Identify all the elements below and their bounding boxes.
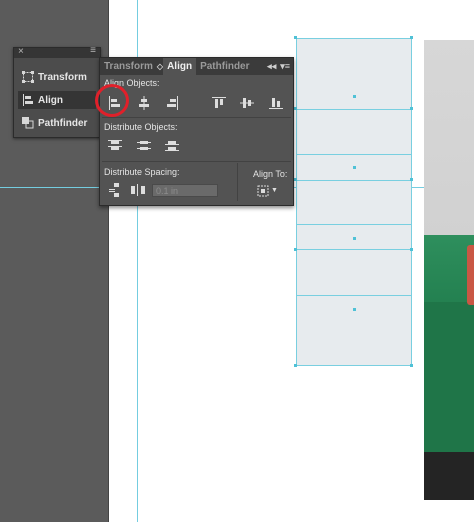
pathfinder-icon (18, 117, 38, 129)
placed-photo[interactable] (424, 40, 474, 500)
selection-handle[interactable] (410, 178, 413, 181)
align-panel: Transform ◇ Align Pathfinder ◂◂ ▾≡ Align… (99, 57, 294, 206)
selection-handle[interactable] (294, 107, 297, 110)
selected-frames[interactable] (296, 38, 412, 366)
dock-item-label: Pathfinder (38, 117, 88, 129)
align-to-label: Align To: (253, 169, 288, 179)
panel-tab-bar: Transform ◇ Align Pathfinder ◂◂ ▾≡ (100, 58, 293, 75)
distribute-vertical-centers-button[interactable] (137, 138, 151, 152)
collapse-icon[interactable]: ◂◂ (267, 61, 276, 72)
dock-item-pathfinder[interactable]: Pathfinder (18, 114, 96, 132)
selection-handle[interactable] (410, 107, 413, 110)
frame-center-point (353, 166, 356, 169)
align-top-edges-button[interactable] (212, 96, 226, 110)
distribute-vertical-space-button[interactable] (108, 183, 122, 197)
transform-icon (18, 71, 38, 83)
selection-handle[interactable] (294, 248, 297, 251)
dock-item-transform[interactable]: Transform (18, 68, 96, 86)
grip-icon[interactable]: ≡ (90, 45, 96, 56)
selection-handle[interactable] (294, 364, 297, 367)
align-right-edges-button[interactable] (165, 96, 179, 110)
tab-transform[interactable]: Transform (100, 58, 157, 75)
dock-item-label: Align (38, 94, 63, 106)
distribute-bottom-edges-button[interactable] (165, 138, 179, 152)
close-icon[interactable]: × (18, 46, 24, 57)
frame-center-point (353, 237, 356, 240)
dock-item-align[interactable]: Align (18, 91, 96, 109)
selection-handle[interactable] (294, 178, 297, 181)
tab-align[interactable]: Align (163, 58, 197, 75)
selection-handle[interactable] (294, 36, 297, 39)
align-icon (18, 94, 38, 106)
distribute-horizontal-space-button[interactable] (131, 183, 145, 197)
align-bottom-edges-button[interactable] (269, 96, 283, 110)
dock-item-label: Transform (38, 71, 87, 83)
selection-handle[interactable] (410, 248, 413, 251)
tab-pathfinder[interactable]: Pathfinder (196, 58, 253, 75)
align-to-dropdown[interactable]: ▼ (257, 184, 279, 197)
frame-center-point (353, 95, 356, 98)
panel-menu-icon[interactable]: ▾≡ (280, 61, 290, 72)
chevron-down-icon: ▼ (271, 187, 278, 194)
selection-handle[interactable] (410, 364, 413, 367)
align-vertical-centers-button[interactable] (240, 96, 254, 110)
highlight-circle (95, 84, 129, 117)
align-to-selection-icon (257, 185, 269, 196)
align-horizontal-centers-button[interactable] (137, 96, 151, 110)
dock-title-bar[interactable]: × ≡ (14, 45, 100, 58)
spacing-value-input[interactable]: 0.1 in (152, 184, 218, 197)
distribute-top-edges-button[interactable] (108, 138, 122, 152)
selection-handle[interactable] (410, 36, 413, 39)
spacing-value: 0.1 in (156, 186, 179, 196)
panel-dock: × ≡ Transform Align Pathfinder (13, 45, 101, 138)
distribute-objects-label: Distribute Objects: (104, 122, 178, 132)
frame-center-point (353, 308, 356, 311)
distribute-spacing-label: Distribute Spacing: (104, 167, 180, 177)
